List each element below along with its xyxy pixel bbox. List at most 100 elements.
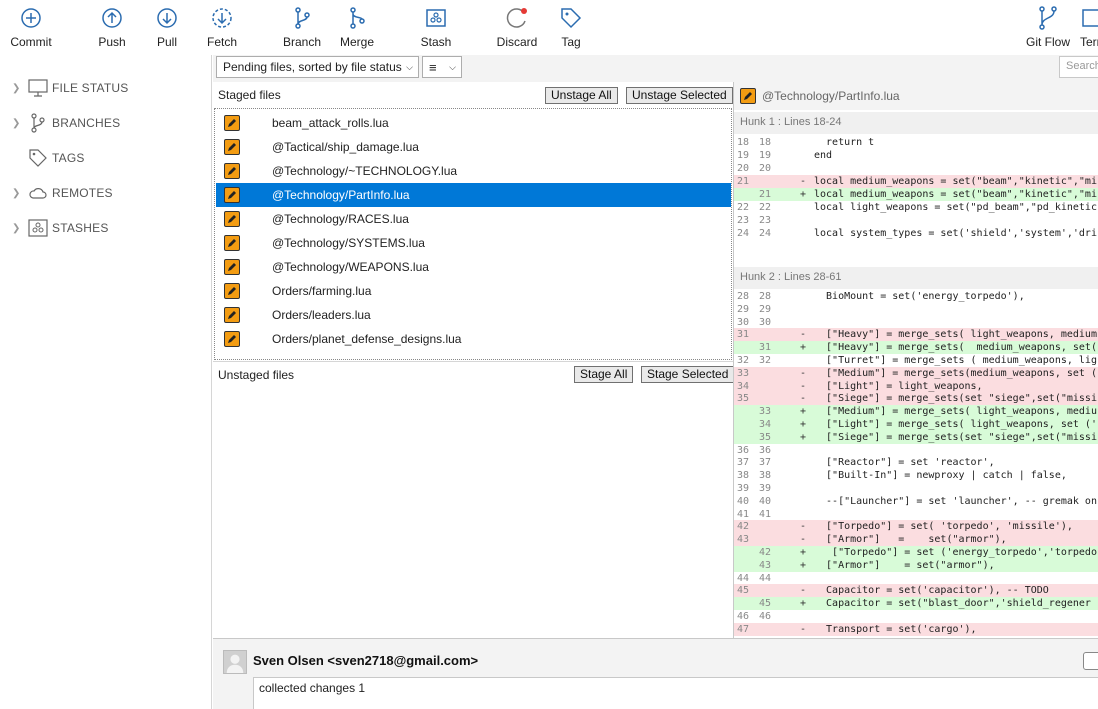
chevron-right-icon[interactable]: ❯ <box>12 118 24 129</box>
view-options-dropdown[interactable]: ≡ ⌵ <box>422 56 462 78</box>
list-item[interactable]: @Technology/~TECHNOLOGY.lua <box>216 159 731 183</box>
list-item[interactable]: @Technology/WEAPONS.lua <box>216 255 731 279</box>
list-item[interactable]: Orders/planet_defense_designs.lua <box>216 327 731 351</box>
diff-line-content: ["Built-In"] = newproxy | catch | false, <box>814 470 1067 482</box>
diff-line[interactable]: 22 22 local light_weapons = set("pd_beam",… <box>734 201 1098 214</box>
diff-line[interactable]: 30 30 <box>734 316 1098 329</box>
diff-line[interactable]: 40 40 --["Launcher"] = set 'launcher', --… <box>734 495 1098 508</box>
diff-line[interactable]: 39 39 <box>734 482 1098 495</box>
discard-button[interactable]: Discard <box>494 5 540 51</box>
tag-button[interactable]: Tag <box>555 5 587 51</box>
diff-line[interactable]: 46 46 <box>734 610 1098 623</box>
unstage-all-button[interactable]: Unstage All <box>545 87 618 104</box>
terminal-label: Terminal <box>1080 35 1098 49</box>
unstaged-files-list[interactable] <box>213 386 733 638</box>
sidebar-item-file-status[interactable]: ❯ FILE STATUS <box>12 76 128 100</box>
branch-label: Branch <box>282 35 322 49</box>
diff-line[interactable]: 20 20 <box>734 162 1098 175</box>
diff-line[interactable]: 34 + ["Light"] = merge_sets( light_weapon… <box>734 418 1098 431</box>
stash-button[interactable]: Stash <box>417 5 455 51</box>
staged-files-list[interactable]: beam_attack_rolls.lua @Tactical/ship_dama… <box>214 108 732 360</box>
diff-line[interactable]: 42 + ["Torpedo"] = set ('energy_torpedo',… <box>734 546 1098 559</box>
diff-line[interactable]: 23 23 <box>734 214 1098 227</box>
new-line-number: 36 <box>759 444 772 456</box>
new-line-number: 29 <box>759 303 772 315</box>
diff-line[interactable]: 38 38 ["Built-In"] = newproxy | catch | f… <box>734 469 1098 482</box>
diff-line[interactable]: 36 36 <box>734 444 1098 457</box>
list-item[interactable]: @Technology/SYSTEMS.lua <box>216 231 731 255</box>
file-name: Orders/leaders.lua <box>272 308 371 322</box>
old-line-number: 31 <box>737 329 750 341</box>
commit-options-button[interactable] <box>1083 652 1098 670</box>
new-line-number: 24 <box>759 228 772 239</box>
old-line-number: 32 <box>737 355 750 366</box>
diff-line[interactable]: 43 - ["Armor"] = set("armor"), <box>734 533 1098 547</box>
stage-all-button[interactable]: Stage All <box>574 366 634 383</box>
diff-line[interactable]: 28 28 BioMount = set('energy_torpedo'), <box>734 290 1098 303</box>
list-item[interactable]: @Tactical/ship_damage.lua <box>216 135 731 159</box>
diff-line[interactable]: 35 - ["Siege"] = merge_sets(set "siege",s… <box>734 392 1098 406</box>
diff-panel[interactable]: @Technology/PartInfo.lua Hunk 1 : Lines … <box>733 82 1098 638</box>
discard-label: Discard <box>496 35 538 49</box>
chevron-right-icon[interactable]: ❯ <box>12 223 24 234</box>
git-flow-button[interactable]: Git Flow <box>1024 5 1072 51</box>
diff-line[interactable]: 44 44 <box>734 572 1098 585</box>
diff-line[interactable]: 31 + ["Heavy"] = merge_sets( medium_weapo… <box>734 341 1098 355</box>
sidebar-item-remotes[interactable]: ❯ REMOTES <box>12 181 113 205</box>
new-line-number: 41 <box>759 508 772 520</box>
diff-line[interactable]: 21 + local medium_weapons = set("beam","ki… <box>734 188 1098 201</box>
list-item[interactable]: beam_attack_rolls.lua <box>216 111 731 135</box>
diff-marker: + <box>800 419 807 430</box>
unstage-selected-button[interactable]: Unstage Selected <box>626 87 733 104</box>
branch-button[interactable]: Branch <box>280 5 324 51</box>
new-line-number: 34 <box>759 419 772 430</box>
list-item[interactable]: @Technology/RACES.lua <box>216 207 731 231</box>
diff-line[interactable]: 32 32 ["Turret"] = merge_sets ( medium_we… <box>734 354 1098 367</box>
push-button[interactable]: Push <box>93 5 131 51</box>
modified-file-icon <box>740 88 756 104</box>
merge-button[interactable]: Merge <box>337 5 377 51</box>
diff-line[interactable]: 34 - ["Light"] = light_weapons, <box>734 379 1098 393</box>
new-line-number: 19 <box>759 150 772 161</box>
diff-line[interactable]: 42 - ["Torpedo"] = set( 'torpedo', 'missi… <box>734 520 1098 534</box>
list-item[interactable]: Orders/farming.lua <box>216 279 731 303</box>
diff-line[interactable]: 29 29 <box>734 303 1098 316</box>
diff-line[interactable]: 33 + ["Medium"] = merge_sets( light_weapo… <box>734 405 1098 419</box>
list-item[interactable]: @Technology/PartInfo.lua <box>216 183 731 207</box>
stage-selected-button[interactable]: Stage Selected <box>641 366 735 383</box>
diff-line[interactable]: 47 - Transport = set('cargo'), <box>734 622 1098 636</box>
diff-line[interactable]: 18 18 return t <box>734 136 1098 149</box>
commit-button[interactable]: Commit <box>8 5 54 51</box>
search-input[interactable]: Search <box>1059 56 1098 78</box>
diff-line[interactable]: 35 + ["Siege"] = merge_sets(set "siege",s… <box>734 430 1098 444</box>
diff-line[interactable]: 33 - ["Medium"] = merge_sets(medium_weapo… <box>734 366 1098 380</box>
diff-line[interactable]: 45 + Capacitor = set("blast_door",'shield… <box>734 597 1098 611</box>
list-item[interactable]: Orders/leaders.lua <box>216 303 731 327</box>
diff-line[interactable]: 45 - Capacitor = set('capacitor'), -- TOD… <box>734 584 1098 598</box>
terminal-button[interactable]: Terminal <box>1080 5 1098 51</box>
sidebar-item-stashes[interactable]: ❯ STASHES <box>12 216 109 240</box>
diff-line[interactable]: 43 + ["Armor"] = set("armor"), <box>734 558 1098 572</box>
diff-line[interactable]: 31 - ["Heavy"] = merge_sets( light_weapon… <box>734 328 1098 342</box>
fetch-icon <box>212 8 232 28</box>
diff-line[interactable]: 19 19 end <box>734 149 1098 162</box>
fetch-button[interactable]: Fetch <box>203 5 241 51</box>
commit-message-input[interactable]: collected changes 1 <box>253 677 1098 709</box>
sidebar-item-branches[interactable]: ❯ BRANCHES <box>12 111 120 135</box>
diff-line[interactable]: 24 24 local system_types = set('shield','s… <box>734 227 1098 240</box>
new-line-number: 33 <box>759 406 772 418</box>
diff-line[interactable]: 21 - local medium_weapons = set("beam","ki… <box>734 175 1098 188</box>
sidebar-item-tags[interactable]: TAGS <box>12 146 85 170</box>
old-line-number: 19 <box>737 150 750 161</box>
old-line-number: 21 <box>737 176 750 187</box>
chevron-right-icon[interactable]: ❯ <box>12 83 24 94</box>
diff-line[interactable]: 37 37 ["Reactor"] = set 'reactor', <box>734 456 1098 469</box>
diff-marker: + <box>800 598 807 610</box>
sort-dropdown[interactable]: Pending files, sorted by file status ⌵ <box>216 56 419 78</box>
old-line-number: 43 <box>737 534 750 546</box>
diff-line[interactable]: 41 41 <box>734 508 1098 521</box>
chevron-right-icon[interactable]: ❯ <box>12 188 24 199</box>
old-line-number: 46 <box>737 611 750 622</box>
pull-button[interactable]: Pull <box>150 5 184 51</box>
diff-line-content: local medium_weapons = set("beam","kinet… <box>814 176 1097 187</box>
